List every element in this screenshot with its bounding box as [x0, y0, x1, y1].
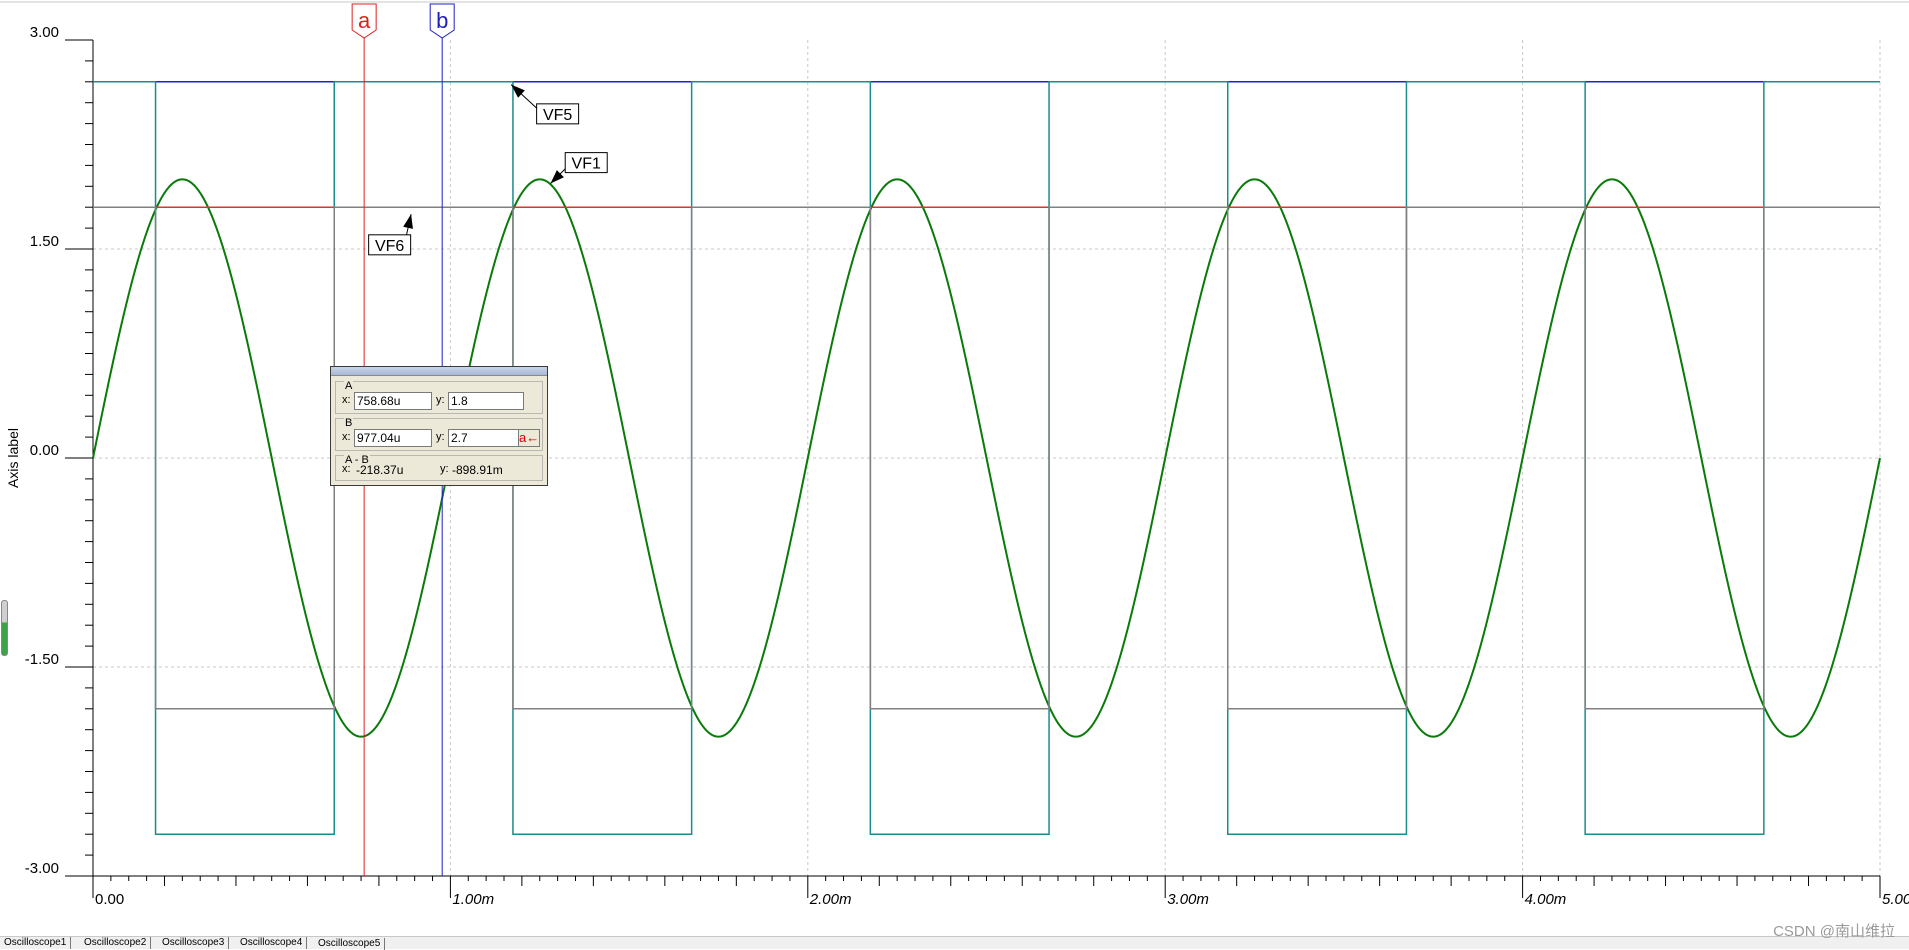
- trace-label-vf5: VF5: [543, 107, 572, 124]
- plot-axes: 3.00 1.50 0.00 -1.50 -3.00 0.00 1.00m 2.00m 3.00…: [0, 1, 1909, 908]
- cursor-b-x-field[interactable]: 977.04u: [354, 429, 432, 447]
- readout-titlebar[interactable]: [331, 367, 547, 376]
- cursor-b-y-label: y:: [436, 431, 445, 443]
- tab-oscilloscope5[interactable]: Oscilloscope5: [314, 938, 386, 950]
- cursor-a-group-label: A: [344, 380, 354, 392]
- cursor-b-label: b: [436, 8, 448, 33]
- cursor-a-label: a: [358, 8, 371, 33]
- level-indicator: [1, 600, 8, 656]
- cursor-readout-panel[interactable]: A x: 758.68u y: 1.8 B x: 977.04u y: 2.7 …: [330, 366, 548, 486]
- cursor-diff-y-label: y:: [440, 463, 449, 475]
- cursor-b-group-label: B: [344, 417, 354, 429]
- tab-oscilloscope2[interactable]: Oscilloscope2: [80, 937, 152, 949]
- cursor-a-group: A x: 758.68u y: 1.8: [335, 380, 543, 414]
- trace-label-vf1: VF1: [572, 156, 601, 173]
- swap-cursor-button[interactable]: a←: [518, 429, 540, 447]
- cursor-b-y-field[interactable]: 2.7: [448, 429, 524, 447]
- cursor-diff-x-label: x:: [342, 463, 351, 475]
- x-tick-label: 5.00m: [1882, 891, 1909, 908]
- y-tick-label: -3.00: [25, 860, 59, 877]
- cursor-b-group: B x: 977.04u y: 2.7 a←: [335, 417, 543, 451]
- tab-oscilloscope4[interactable]: Oscilloscope4: [236, 937, 308, 949]
- x-tick-label: 3.00m: [1167, 891, 1209, 908]
- tab-oscilloscope3[interactable]: Oscilloscope3: [158, 937, 230, 949]
- y-tick-label: -1.50: [25, 651, 59, 668]
- x-tick-label: 1.00m: [452, 891, 494, 908]
- cursor-a-x-label: x:: [342, 394, 351, 406]
- trace-label-vf6: VF6: [375, 238, 404, 255]
- y-tick-label: 0.00: [30, 442, 59, 459]
- callout-arrowhead: [403, 214, 413, 229]
- cursor-b-x-label: x:: [342, 431, 351, 443]
- cursor-a-x-field[interactable]: 758.68u: [354, 392, 432, 410]
- x-tick-label: 4.00m: [1525, 891, 1567, 908]
- oscilloscope-plot: 3.00 1.50 0.00 -1.50 -3.00 0.00 1.00m 2.00m 3.00…: [0, 1, 1909, 908]
- y-tick-label: 3.00: [30, 24, 59, 41]
- scope-tab-bar: Oscilloscope1 Oscilloscope2 Oscilloscope…: [0, 936, 1909, 950]
- tab-oscilloscope1[interactable]: Oscilloscope1: [0, 937, 72, 949]
- cursor-diff-x-value: -218.37u: [356, 463, 404, 477]
- cursor-a-y-label: y:: [436, 394, 445, 406]
- y-tick-label: 1.50: [30, 233, 59, 250]
- watermark: CSDN @南山维拉: [1773, 923, 1895, 940]
- cursor-diff-group: A - B x: -218.37u y: -898.91m: [335, 454, 543, 481]
- cursor-a-y-field[interactable]: 1.8: [448, 392, 524, 410]
- x-tick-label: 2.00m: [809, 891, 852, 908]
- x-tick-label: 0.00: [95, 891, 124, 908]
- y-axis-title: Axis label: [5, 428, 21, 488]
- plot-annotations: VF5 VF1 VF6: [368, 84, 608, 256]
- cursor-diff-y-value: -898.91m: [452, 463, 503, 477]
